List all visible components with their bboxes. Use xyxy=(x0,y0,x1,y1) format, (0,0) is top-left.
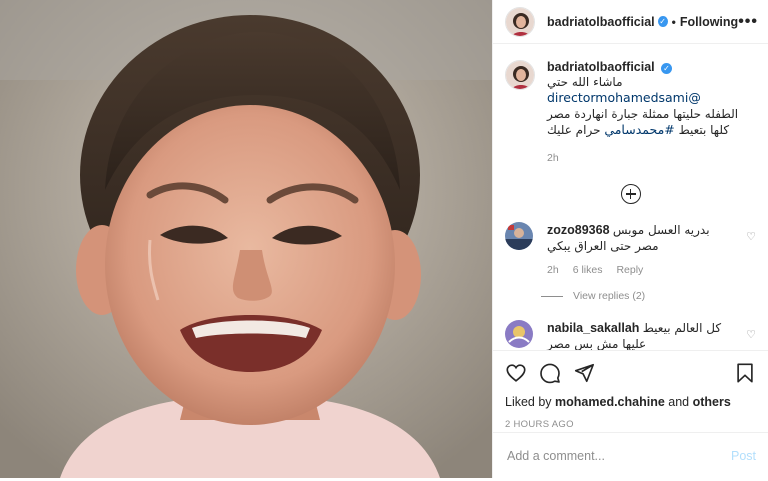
comment-like-heart-icon[interactable]: ♡ xyxy=(738,222,756,276)
comment-item: zozo89368 بدريه العسل موبس مصر حتى العرا… xyxy=(493,222,768,276)
comment-text-line-1: كل العالم بيعيط xyxy=(642,321,722,335)
post-side-panel: badriatolbaofficial ✓ • Following ••• ba… xyxy=(492,0,768,478)
author-avatar[interactable] xyxy=(505,6,535,37)
comment-likes-count[interactable]: 6 likes xyxy=(573,264,603,276)
commenter-avatar-image xyxy=(505,222,533,250)
post-comment-button[interactable]: Post xyxy=(731,449,756,463)
caption-line-3-suffix: حرام عليك xyxy=(547,123,601,137)
add-comment-bar: Post xyxy=(493,432,768,478)
liked-by-prefix: Liked by xyxy=(505,395,552,409)
caption-hashtag-link[interactable]: #محمدسامي xyxy=(604,122,674,137)
post-actions: Liked by mohamed.chahine and others 2 HO… xyxy=(493,350,768,430)
commenter-avatar-image xyxy=(505,320,533,348)
comment-text-line-1: بدريه العسل موبس xyxy=(612,223,710,237)
comment-meta: 2h 6 likes Reply xyxy=(547,264,738,276)
caption-mention-link[interactable]: @directormohamedsami xyxy=(547,90,701,105)
caption-body: badriatolbaofficial ✓ ماشاء الله حتي @di… xyxy=(547,60,756,164)
heart-icon[interactable] xyxy=(505,362,527,387)
caption-line-2: الطفله حليتها ممثلة جبارة انهاردة مصر xyxy=(547,107,739,121)
plus-circle-icon[interactable] xyxy=(620,184,641,204)
paper-plane-icon[interactable] xyxy=(573,362,595,387)
crying-girl-image xyxy=(0,0,492,478)
post-dialog: badriatolbaofficial ✓ • Following ••• ba… xyxy=(0,0,768,478)
commenter-avatar[interactable] xyxy=(505,222,533,250)
comment-body: zozo89368 بدريه العسل موبس مصر حتى العرا… xyxy=(547,222,738,276)
author-avatar-image xyxy=(506,7,534,36)
comment-like-heart-icon[interactable]: ♡ xyxy=(738,320,756,352)
view-replies-line xyxy=(541,295,563,297)
comment-icon[interactable] xyxy=(539,362,561,387)
commenter-avatar[interactable] xyxy=(505,320,533,348)
comment-username[interactable]: zozo89368 xyxy=(547,223,610,237)
separator-dot: • xyxy=(671,14,676,29)
caption: badriatolbaofficial ✓ ماشاء الله حتي @di… xyxy=(493,44,768,164)
liked-by-others-link[interactable]: others xyxy=(693,395,731,409)
liked-by-user-link[interactable]: mohamed.chahine xyxy=(555,395,665,409)
post-photo[interactable] xyxy=(0,0,492,478)
verified-badge-icon: ✓ xyxy=(657,16,668,27)
post-age[interactable]: 2 HOURS AGO xyxy=(505,419,756,430)
caption-timestamp[interactable]: 2h xyxy=(547,152,756,164)
caption-avatar[interactable] xyxy=(505,60,535,90)
comment-body: nabila_sakallah كل العالم بيعيط عليها مش… xyxy=(547,320,738,352)
caption-text-prefix: ماشاء الله حتي xyxy=(547,75,623,89)
view-replies-button[interactable]: View replies (2) xyxy=(541,290,768,302)
caption-avatar-image xyxy=(506,61,534,89)
comment-timestamp[interactable]: 2h xyxy=(547,264,559,276)
liked-by: Liked by mohamed.chahine and others xyxy=(505,395,756,409)
comment-text-line-2: مصر حتى العراق يبكي xyxy=(547,239,659,253)
liked-by-and: and xyxy=(668,395,690,409)
comment-username[interactable]: nabila_sakallah xyxy=(547,321,639,335)
verified-badge-icon: ✓ xyxy=(661,63,672,74)
comment-item: nabila_sakallah كل العالم بيعيط عليها مش… xyxy=(493,320,768,352)
view-replies-label: View replies (2) xyxy=(573,290,646,302)
post-header: badriatolbaofficial ✓ • Following ••• xyxy=(493,0,768,44)
bookmark-icon[interactable] xyxy=(734,362,756,387)
caption-line-1: ماشاء الله حتي @directormohamedsami xyxy=(547,74,756,106)
add-comment-input[interactable] xyxy=(507,448,731,463)
reply-button[interactable]: Reply xyxy=(616,264,643,276)
caption-username[interactable]: badriatolbaofficial xyxy=(547,60,655,74)
caption-line-3-text: كلها بتعيط xyxy=(678,123,730,137)
following-button[interactable]: Following xyxy=(680,15,738,29)
action-icons xyxy=(505,361,756,387)
more-options-icon[interactable]: ••• xyxy=(738,13,758,31)
author-username[interactable]: badriatolbaofficial xyxy=(547,15,655,29)
caption-line-3: كلها بتعيط #محمدسامي حرام عليك xyxy=(547,122,756,138)
